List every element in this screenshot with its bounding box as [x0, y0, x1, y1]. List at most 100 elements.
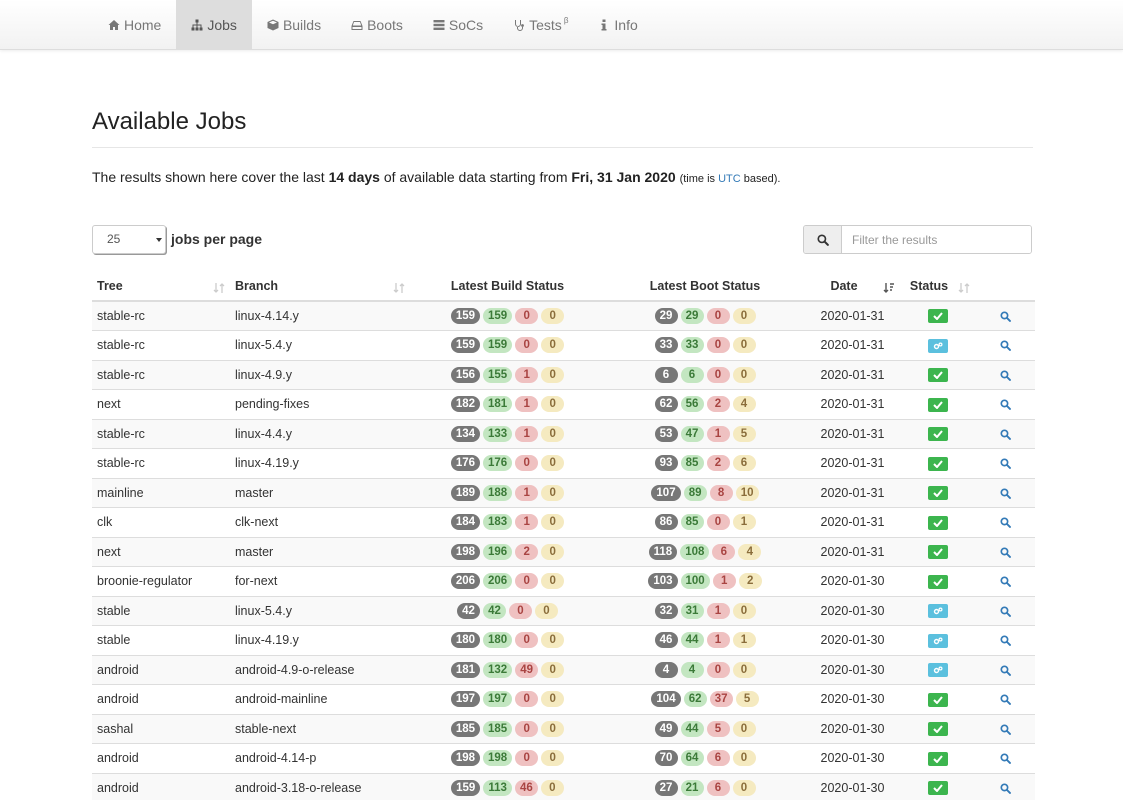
header-status[interactable]: Status [900, 272, 975, 302]
build-fail-badge[interactable]: 0 [515, 455, 539, 472]
build-total-badge[interactable]: 159 [450, 308, 480, 324]
boot-pass-badge[interactable]: 47 [680, 425, 704, 442]
search-input[interactable] [842, 226, 1031, 253]
boot-total-badge[interactable]: 29 [654, 308, 678, 324]
build-warning-badge[interactable]: 0 [541, 308, 565, 324]
build-pass-badge[interactable]: 159 [483, 308, 513, 324]
nav-item-home[interactable]: Home [93, 0, 176, 49]
boot-pass-badge[interactable]: 31 [680, 602, 704, 619]
build-pass-badge[interactable]: 180 [483, 632, 513, 649]
boot-warning-badge[interactable]: 5 [735, 691, 759, 708]
boot-warning-badge[interactable]: 0 [732, 308, 756, 324]
boot-fail-badge[interactable]: 8 [709, 484, 733, 501]
build-pass-badge[interactable]: 183 [483, 514, 513, 531]
boot-warning-badge[interactable]: 6 [732, 455, 756, 472]
boot-warning-badge[interactable]: 1 [732, 632, 756, 649]
build-fail-badge[interactable]: 0 [515, 573, 539, 590]
boot-total-badge[interactable]: 33 [654, 337, 678, 354]
search-icon[interactable] [999, 665, 1011, 676]
build-pass-badge[interactable]: 198 [483, 750, 513, 767]
build-warning-badge[interactable]: 0 [541, 337, 565, 354]
build-fail-badge[interactable]: 0 [515, 337, 539, 354]
boot-total-badge[interactable]: 70 [654, 750, 678, 767]
table-row[interactable]: next master 198 196 2 0 118 108 6 4 2020-01-31 [92, 536, 1035, 567]
boot-warning-badge[interactable]: 0 [732, 337, 756, 354]
utc-link[interactable]: UTC [718, 173, 741, 185]
boot-pass-badge[interactable]: 62 [683, 691, 707, 708]
boot-total-badge[interactable]: 53 [654, 425, 678, 442]
boot-fail-badge[interactable]: 6 [706, 780, 730, 796]
table-row[interactable]: mainline master 189 188 1 0 107 89 8 10 2020-01-31 [92, 477, 1035, 508]
table-row[interactable]: stable-rc linux-5.4.y 159 159 0 0 33 33 0 0 2020-0… [92, 330, 1035, 360]
build-warning-badge[interactable]: 0 [541, 543, 565, 560]
nav-item-builds[interactable]: Builds [252, 0, 336, 49]
build-pass-badge[interactable]: 206 [483, 573, 513, 590]
search-icon[interactable] [999, 370, 1011, 381]
boot-warning-badge[interactable]: 4 [732, 396, 756, 413]
boot-pass-badge[interactable]: 44 [680, 632, 704, 649]
header-date[interactable]: Date [805, 272, 900, 302]
search-icon[interactable] [999, 753, 1011, 765]
boot-fail-badge[interactable]: 6 [712, 543, 736, 560]
build-pass-badge[interactable]: 181 [483, 396, 513, 413]
nav-item-boots[interactable]: Boots [336, 0, 418, 49]
build-warning-badge[interactable]: 0 [535, 602, 558, 619]
build-fail-badge[interactable]: 1 [515, 514, 539, 531]
build-warning-badge[interactable]: 0 [541, 632, 565, 649]
build-total-badge[interactable]: 189 [450, 484, 480, 501]
header-tree[interactable]: Tree [92, 272, 230, 302]
search-icon[interactable] [999, 724, 1011, 735]
boot-pass-badge[interactable]: 6 [680, 366, 704, 383]
boot-fail-badge[interactable]: 1 [706, 632, 730, 649]
boot-total-badge[interactable]: 103 [648, 573, 678, 590]
build-warning-badge[interactable]: 0 [541, 691, 565, 708]
boot-total-badge[interactable]: 27 [654, 780, 678, 796]
boot-total-badge[interactable]: 49 [654, 720, 678, 737]
search-icon[interactable] [999, 547, 1011, 558]
table-row[interactable]: stable-rc linux-4.19.y 176 176 0 0 93 85 2 6 2020-… [92, 448, 1035, 478]
table-row[interactable]: broonie-regulator for-next 206 206 0 0 103 100 1… [92, 566, 1035, 596]
boot-total-badge[interactable]: 62 [654, 396, 678, 413]
build-pass-badge[interactable]: 132 [483, 661, 513, 678]
boot-total-badge[interactable]: 86 [654, 514, 678, 531]
boot-pass-badge[interactable]: 89 [683, 484, 707, 501]
boot-warning-badge[interactable]: 0 [732, 780, 756, 796]
build-pass-badge[interactable]: 176 [483, 455, 513, 472]
boot-pass-badge[interactable]: 4 [680, 661, 704, 678]
boot-pass-badge[interactable]: 108 [680, 543, 710, 560]
table-row[interactable]: stable linux-5.4.y 42 42 0 0 32 31 1 0 2020-01-30 [92, 595, 1035, 626]
build-total-badge[interactable]: 159 [451, 780, 481, 796]
search-icon[interactable] [999, 517, 1011, 529]
boot-fail-badge[interactable]: 2 [706, 396, 730, 413]
build-total-badge[interactable]: 198 [450, 750, 480, 767]
boot-fail-badge[interactable]: 0 [706, 661, 730, 678]
build-warning-badge[interactable]: 0 [541, 720, 565, 737]
boot-warning-badge[interactable]: 0 [732, 720, 756, 737]
build-total-badge[interactable]: 182 [450, 396, 480, 413]
build-warning-badge[interactable]: 0 [541, 484, 565, 501]
boot-warning-badge[interactable]: 5 [732, 425, 756, 442]
build-fail-badge[interactable]: 0 [515, 691, 539, 708]
build-total-badge[interactable]: 176 [450, 455, 480, 472]
build-total-badge[interactable]: 198 [450, 543, 480, 560]
boot-fail-badge[interactable]: 6 [706, 750, 730, 767]
search-icon[interactable] [999, 340, 1011, 352]
table-row[interactable]: stable-rc linux-4.9.y 156 155 1 0 6 6 0 0 2020-01-… [92, 359, 1035, 390]
table-row[interactable]: stable-rc linux-4.14.y 159 159 0 0 29 29 0 0 2020-… [92, 300, 1035, 331]
boot-total-badge[interactable]: 107 [651, 484, 681, 501]
build-fail-badge[interactable]: 1 [515, 484, 539, 501]
boot-warning-badge[interactable]: 1 [732, 514, 756, 531]
build-fail-badge[interactable]: 2 [515, 543, 539, 560]
boot-total-badge[interactable]: 46 [654, 632, 678, 649]
table-row[interactable]: android android-4.14-p 198 198 0 0 70 64 6 0 2020-… [92, 743, 1035, 773]
boot-total-badge[interactable]: 93 [654, 455, 678, 472]
build-total-badge[interactable]: 185 [450, 720, 480, 737]
boot-pass-badge[interactable]: 64 [680, 750, 704, 767]
search-icon[interactable] [999, 458, 1011, 470]
boot-total-badge[interactable]: 4 [654, 661, 678, 678]
build-warning-badge[interactable]: 0 [541, 661, 565, 678]
boot-warning-badge[interactable]: 0 [732, 602, 756, 619]
search-icon[interactable] [999, 635, 1011, 647]
boot-warning-badge[interactable]: 0 [732, 750, 756, 767]
boot-pass-badge[interactable]: 33 [680, 337, 704, 354]
